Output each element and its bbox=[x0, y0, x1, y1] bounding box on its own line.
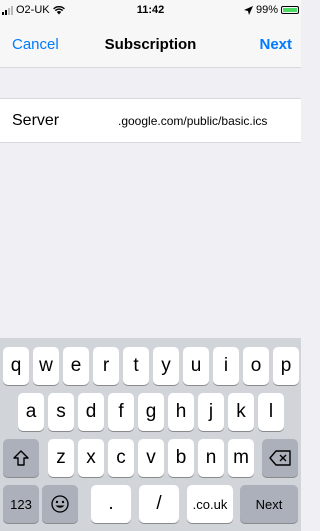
key-c[interactable]: c bbox=[108, 439, 134, 477]
key-x[interactable]: x bbox=[78, 439, 104, 477]
key-h[interactable]: h bbox=[168, 393, 194, 431]
next-button[interactable]: Next bbox=[259, 36, 292, 53]
key-r[interactable]: r bbox=[93, 347, 119, 385]
battery-percent: 99% bbox=[255, 4, 278, 16]
battery-fill bbox=[283, 8, 297, 12]
status-bar: O2-UK 11:42 99% bbox=[0, 0, 301, 22]
key-f[interactable]: f bbox=[108, 393, 134, 431]
key-o[interactable]: o bbox=[243, 347, 269, 385]
shift-key[interactable] bbox=[3, 439, 39, 477]
key-m[interactable]: m bbox=[228, 439, 254, 477]
cancel-button[interactable]: Cancel bbox=[12, 36, 59, 53]
key-b[interactable]: b bbox=[168, 439, 194, 477]
server-input[interactable]: .google.com/public/basic.ics bbox=[118, 114, 267, 128]
status-right: 99% bbox=[243, 4, 299, 16]
key-a[interactable]: a bbox=[18, 393, 44, 431]
return-key[interactable]: Next bbox=[240, 485, 298, 523]
battery-icon bbox=[281, 6, 299, 14]
key-y[interactable]: y bbox=[153, 347, 179, 385]
server-field-row[interactable]: Server .google.com/public/basic.ics bbox=[0, 98, 301, 143]
key-v[interactable]: v bbox=[138, 439, 164, 477]
key-n[interactable]: n bbox=[198, 439, 224, 477]
server-label: Server bbox=[12, 112, 60, 129]
key-u[interactable]: u bbox=[183, 347, 209, 385]
key-d[interactable]: d bbox=[78, 393, 104, 431]
key-k[interactable]: k bbox=[228, 393, 254, 431]
key-p[interactable]: p bbox=[273, 347, 299, 385]
key-z[interactable]: z bbox=[48, 439, 74, 477]
nav-bar: Cancel Subscription Next bbox=[0, 22, 301, 68]
key-l[interactable]: l bbox=[258, 393, 284, 431]
keyboard: q w e r t y u i o p a s d f g h j k l z x c v b n m 123. / .co.uk Nex… bbox=[0, 338, 301, 531]
key-t[interactable]: t bbox=[123, 347, 149, 385]
delete-key[interactable] bbox=[262, 439, 298, 477]
key-j[interactable]: j bbox=[198, 393, 224, 431]
key-g[interactable]: g bbox=[138, 393, 164, 431]
location-arrow-icon bbox=[243, 5, 253, 15]
emoji-key[interactable] bbox=[42, 485, 78, 523]
emoji-icon bbox=[51, 495, 69, 513]
numbers-key[interactable]: 123 bbox=[3, 485, 39, 523]
key-q[interactable]: q bbox=[3, 347, 29, 385]
slash-key[interactable]: / bbox=[139, 485, 179, 523]
key-i[interactable]: i bbox=[213, 347, 239, 385]
domain-key[interactable]: .co.uk bbox=[187, 485, 233, 523]
key-w[interactable]: w bbox=[33, 347, 59, 385]
shift-icon bbox=[13, 450, 29, 466]
key-s[interactable]: s bbox=[48, 393, 74, 431]
key-e[interactable]: e bbox=[63, 347, 89, 385]
dot-key[interactable]: . bbox=[91, 485, 131, 523]
delete-icon bbox=[269, 450, 291, 466]
